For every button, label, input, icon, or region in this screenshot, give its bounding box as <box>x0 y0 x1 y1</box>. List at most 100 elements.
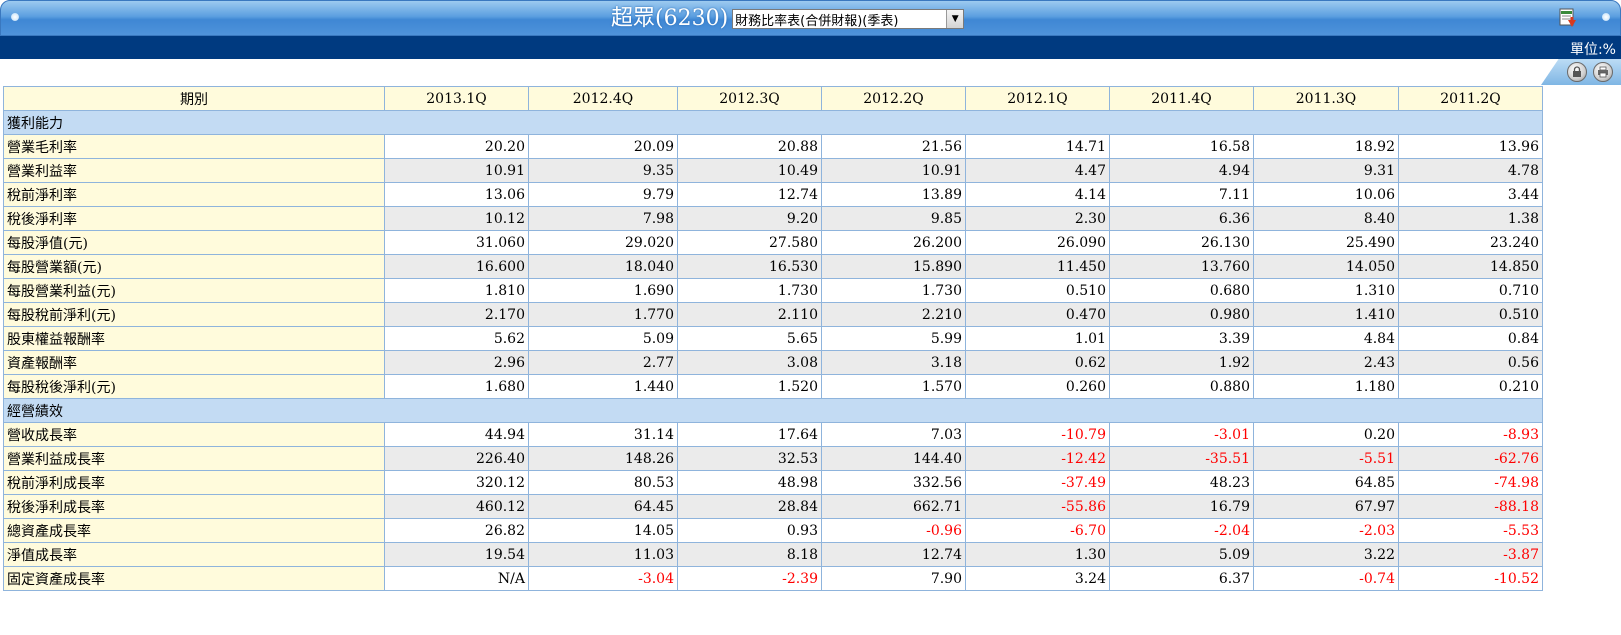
row-label: 稅後淨利成長率 <box>3 494 385 519</box>
page-title: 超眾(6230) <box>611 6 729 31</box>
row-label: 每股淨值(元) <box>3 230 385 255</box>
section-header-row: 經營績效 <box>3 398 1543 423</box>
period-column-header: 2013.1Q <box>384 86 529 111</box>
value-cell: 14.850 <box>1398 254 1543 279</box>
value-cell: 16.530 <box>677 254 822 279</box>
lock-icon[interactable] <box>1567 62 1587 82</box>
table-row: 稅前淨利率 13.06 9.79 12.74 13.89 4.14 7.11 10.06 3.4… <box>3 182 1543 207</box>
value-cell: 14.71 <box>965 134 1110 159</box>
value-cell: 0.510 <box>965 278 1110 303</box>
value-cell: 1.440 <box>528 374 678 399</box>
value-cell: 7.11 <box>1109 182 1254 207</box>
value-cell: -37.49 <box>965 470 1110 495</box>
value-cell: 31.14 <box>528 422 678 447</box>
value-cell: 0.93 <box>677 518 822 543</box>
value-cell: 64.85 <box>1253 470 1399 495</box>
value-cell: 80.53 <box>528 470 678 495</box>
value-cell: 16.58 <box>1109 134 1254 159</box>
value-cell: 1.30 <box>965 542 1110 567</box>
table-header-row: 期別 2013.1Q 2012.4Q 2012.3Q 2012.2Q 2012.… <box>3 86 1543 111</box>
value-cell: 64.45 <box>528 494 678 519</box>
value-cell: 5.09 <box>1109 542 1254 567</box>
value-cell: 3.44 <box>1398 182 1543 207</box>
period-column-header: 2012.4Q <box>528 86 678 111</box>
value-cell: 2.77 <box>528 350 678 375</box>
value-cell: 332.56 <box>821 470 966 495</box>
report-type-select[interactable]: 財務比率表(合併財報)(季表) ▼ <box>732 9 965 29</box>
value-cell: 26.130 <box>1109 230 1254 255</box>
table-row: 稅前淨利成長率 320.12 80.53 48.98 332.56 -37.49 48.23… <box>3 470 1543 495</box>
period-column-header: 2011.2Q <box>1398 86 1543 111</box>
value-cell: 13.89 <box>821 182 966 207</box>
print-icon[interactable] <box>1593 62 1613 82</box>
value-cell: 148.26 <box>528 446 678 471</box>
value-cell: -62.76 <box>1398 446 1543 471</box>
value-cell: 13.760 <box>1109 254 1254 279</box>
value-cell: 5.65 <box>677 326 822 351</box>
period-column-header: 2012.1Q <box>965 86 1110 111</box>
value-cell: 0.260 <box>965 374 1110 399</box>
value-cell: -74.98 <box>1398 470 1543 495</box>
period-column-header: 2011.3Q <box>1253 86 1399 111</box>
table-row: 每股稅前淨利(元) 2.170 1.770 2.110 2.210 0.470 0.980 1… <box>3 302 1543 327</box>
value-cell: 18.92 <box>1253 134 1399 159</box>
value-cell: 14.05 <box>528 518 678 543</box>
value-cell: 0.510 <box>1398 302 1543 327</box>
excel-export-icon[interactable] <box>1558 8 1578 28</box>
value-cell: 0.20 <box>1253 422 1399 447</box>
value-cell: -8.93 <box>1398 422 1543 447</box>
table-row: 固定資產成長率 N/A -3.04 -2.39 7.90 3.24 6.37 -0.74 -10… <box>3 566 1543 591</box>
value-cell: 67.97 <box>1253 494 1399 519</box>
row-label: 營收成長率 <box>3 422 385 447</box>
table-row: 淨值成長率 19.54 11.03 8.18 12.74 1.30 5.09 3.22 -3.8… <box>3 542 1543 567</box>
value-cell: 3.18 <box>821 350 966 375</box>
value-cell: 11.03 <box>528 542 678 567</box>
value-cell: 4.47 <box>965 158 1110 183</box>
value-cell: 28.84 <box>677 494 822 519</box>
value-cell: 0.84 <box>1398 326 1543 351</box>
value-cell: 0.980 <box>1109 302 1254 327</box>
row-label: 總資產成長率 <box>3 518 385 543</box>
title-group: 超眾(6230) 財務比率表(合併財報)(季表) ▼ <box>611 5 965 33</box>
value-cell: 4.94 <box>1109 158 1254 183</box>
period-column-header: 2012.3Q <box>677 86 822 111</box>
value-cell: 5.09 <box>528 326 678 351</box>
value-cell: 26.200 <box>821 230 966 255</box>
value-cell: 0.710 <box>1398 278 1543 303</box>
table-row: 營業毛利率 20.20 20.09 20.88 21.56 14.71 16.58 18.92… <box>3 134 1543 159</box>
value-cell: 0.880 <box>1109 374 1254 399</box>
table-row: 稅後淨利率 10.12 7.98 9.20 9.85 2.30 6.36 8.40 1.38 <box>3 206 1543 231</box>
value-cell: 320.12 <box>384 470 529 495</box>
value-cell: 4.84 <box>1253 326 1399 351</box>
dropdown-arrow-icon[interactable]: ▼ <box>946 10 964 28</box>
value-cell: 1.730 <box>677 278 822 303</box>
value-cell: 1.690 <box>528 278 678 303</box>
value-cell: 26.090 <box>965 230 1110 255</box>
value-cell: 9.20 <box>677 206 822 231</box>
value-cell: 7.98 <box>528 206 678 231</box>
period-column-header: 2011.4Q <box>1109 86 1254 111</box>
table-body: 獲利能力 營業毛利率 20.20 20.09 20.88 21.56 14.71 16.58 1… <box>3 110 1543 591</box>
page: 超眾(6230) 財務比率表(合併財報)(季表) ▼ 單位:% 期別 2013.… <box>0 0 1621 635</box>
section-header-row: 獲利能力 <box>3 110 1543 135</box>
value-cell: 25.490 <box>1253 230 1399 255</box>
value-cell: -3.01 <box>1109 422 1254 447</box>
value-cell: 21.56 <box>821 134 966 159</box>
value-cell: 6.37 <box>1109 566 1254 591</box>
value-cell: 1.38 <box>1398 206 1543 231</box>
value-cell: 10.12 <box>384 206 529 231</box>
table-row: 資產報酬率 2.96 2.77 3.08 3.18 0.62 1.92 2.43 0.56 <box>3 350 1543 375</box>
row-label: 營業利益成長率 <box>3 446 385 471</box>
value-cell: 10.91 <box>821 158 966 183</box>
period-column-header: 2012.2Q <box>821 86 966 111</box>
value-cell: -5.51 <box>1253 446 1399 471</box>
value-cell: -12.42 <box>965 446 1110 471</box>
table-row: 每股營業利益(元) 1.810 1.690 1.730 1.730 0.510 0.680 1… <box>3 278 1543 303</box>
value-cell: 4.78 <box>1398 158 1543 183</box>
value-cell: 31.060 <box>384 230 529 255</box>
value-cell: 19.54 <box>384 542 529 567</box>
value-cell: 460.12 <box>384 494 529 519</box>
row-label: 固定資產成長率 <box>3 566 385 591</box>
table-row: 營收成長率 44.94 31.14 17.64 7.03 -10.79 -3.01 0.20-… <box>3 422 1543 447</box>
value-cell: 10.91 <box>384 158 529 183</box>
